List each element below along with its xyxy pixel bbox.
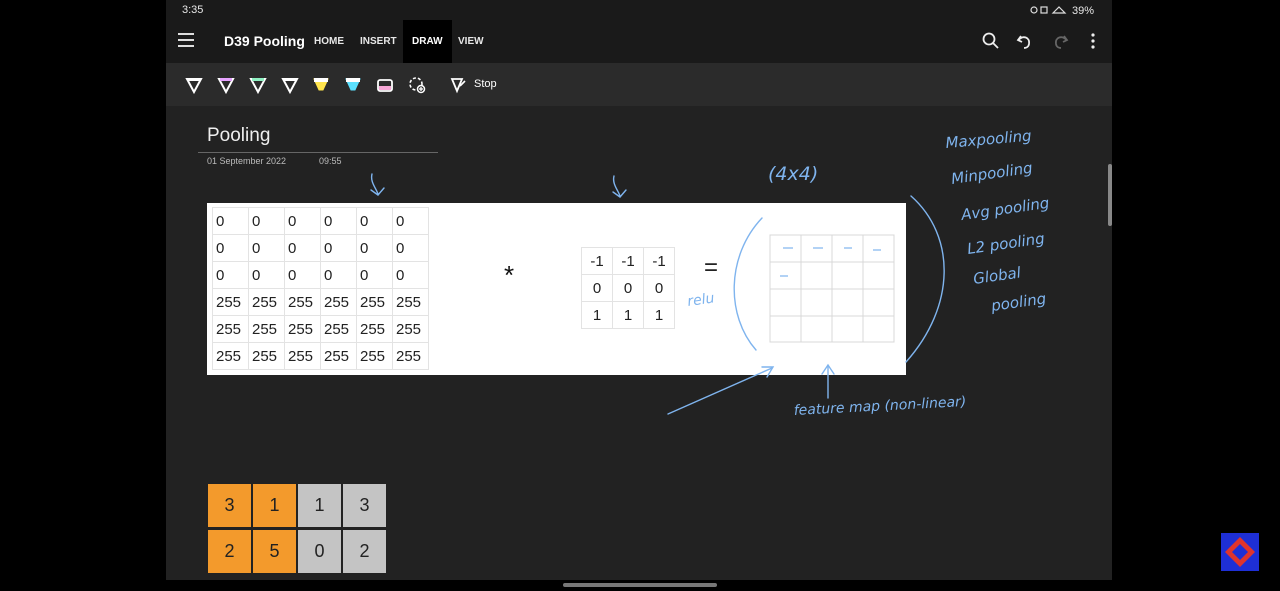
pooling-example-grid: 3 1 1 3 2 5 0 2 [208, 484, 388, 580]
ink-pooling-type: Minpooling [950, 159, 1034, 188]
tab-draw[interactable]: DRAW [403, 20, 452, 63]
draw-ribbon: Stop [166, 63, 1112, 106]
ink-pooling-type: Avg pooling [959, 194, 1050, 224]
stop-button[interactable]: Stop [448, 75, 497, 95]
eraser-icon[interactable] [375, 75, 395, 95]
status-icons: 39% [1029, 4, 1094, 17]
pool-cell: 5 [253, 530, 296, 573]
tablet-screen: 3:35 39% D39 Pooling HOME INSERT DRAW VI… [166, 0, 1112, 580]
more-options-icon[interactable] [1083, 31, 1103, 51]
ink-left-paren [733, 217, 763, 351]
undo-icon[interactable] [1015, 31, 1035, 51]
ink-diagonal-arrow [667, 366, 775, 415]
ink-pooling-type: Global [972, 263, 1023, 288]
ink-feature-map-label: feature map (non-linear) [793, 394, 966, 419]
pool-cell: 1 [298, 484, 341, 527]
pen-white-icon[interactable] [184, 75, 204, 95]
pool-cell: 2 [208, 530, 251, 573]
notebook-title: D39 Pooling [224, 33, 305, 49]
pen-stop-icon [450, 78, 466, 94]
tab-insert[interactable]: INSERT [352, 20, 405, 63]
ink-arrow-up [821, 363, 835, 399]
lasso-select-icon[interactable] [407, 75, 427, 95]
pen-purple-icon[interactable] [216, 75, 236, 95]
ink-pooling-type: L2 pooling [966, 229, 1046, 258]
status-bar: 3:35 39% [166, 0, 1112, 20]
pool-cell: 1 [253, 484, 296, 527]
battery-level: 39% [1071, 5, 1094, 17]
app-bar: D39 Pooling HOME INSERT DRAW VIEW [166, 20, 1112, 63]
highlighter-yellow-icon[interactable] [311, 75, 331, 95]
signal-wifi-icon [1030, 6, 1067, 14]
redo-icon[interactable] [1050, 31, 1070, 51]
search-icon[interactable] [981, 31, 1001, 51]
hamburger-menu-icon[interactable] [178, 33, 194, 47]
channel-logo-icon [1221, 533, 1259, 571]
ink-arrow-down-2 [612, 175, 627, 198]
note-canvas[interactable]: Pooling 01 September 2022 09:55 000000 0… [166, 106, 1112, 580]
stop-label: Stop [474, 78, 497, 90]
ink-right-paren [905, 195, 945, 363]
home-indicator[interactable] [563, 583, 717, 587]
pool-cell: 3 [343, 484, 386, 527]
pool-cell: 2 [343, 530, 386, 573]
vertical-scrollbar[interactable] [1108, 164, 1112, 226]
pool-cell: 0 [298, 530, 341, 573]
ink-arrow-down-1 [370, 173, 385, 196]
ink-size-note: (4x4) [768, 163, 818, 185]
status-time: 3:35 [182, 4, 204, 16]
tab-view[interactable]: VIEW [450, 20, 492, 63]
pen-green-icon[interactable] [248, 75, 268, 95]
ink-pooling-type: pooling [989, 289, 1047, 315]
ink-relu-label: relu [686, 290, 715, 310]
pen-selected-icon[interactable] [280, 75, 300, 95]
tab-home[interactable]: HOME [306, 20, 352, 63]
highlighter-cyan-icon[interactable] [343, 75, 363, 95]
ink-pooling-type: Maxpooling [945, 127, 1032, 152]
pool-cell: 3 [208, 484, 251, 527]
